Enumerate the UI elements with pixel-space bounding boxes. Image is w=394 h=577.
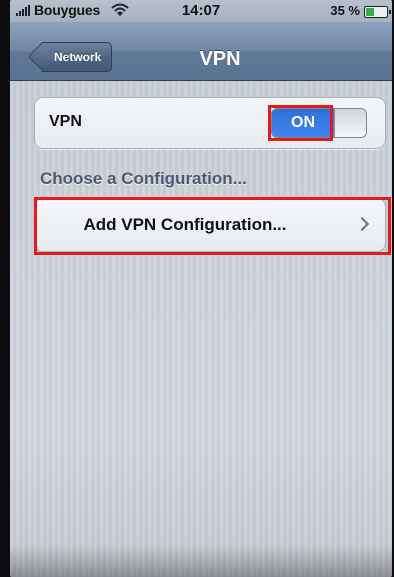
toggle-on-label: ON — [272, 109, 334, 137]
screen: Bouygues 14:07 35 % Network VPN VPN ON C… — [10, 0, 392, 577]
chevron-right-icon — [354, 216, 370, 232]
battery-icon — [364, 6, 391, 18]
add-vpn-configuration-label: Add VPN Configuration... — [83, 215, 287, 234]
phone-frame: Bouygues 14:07 35 % Network VPN VPN ON C… — [0, 0, 394, 577]
back-button-label: Network — [54, 50, 102, 64]
navigation-bar: Network VPN — [10, 22, 392, 81]
vpn-toggle-row: VPN ON — [34, 97, 386, 149]
battery-percent: 35 % — [330, 3, 360, 18]
section-header: Choose a Configuration... — [40, 169, 247, 188]
vpn-row-label: VPN — [49, 113, 82, 130]
bottom-shade — [10, 545, 392, 577]
add-vpn-configuration-row[interactable]: Add VPN Configuration... — [34, 198, 386, 252]
vpn-toggle-switch[interactable]: ON — [271, 108, 367, 138]
toggle-knob[interactable] — [334, 109, 366, 137]
status-bar: Bouygues 14:07 35 % — [10, 0, 392, 22]
